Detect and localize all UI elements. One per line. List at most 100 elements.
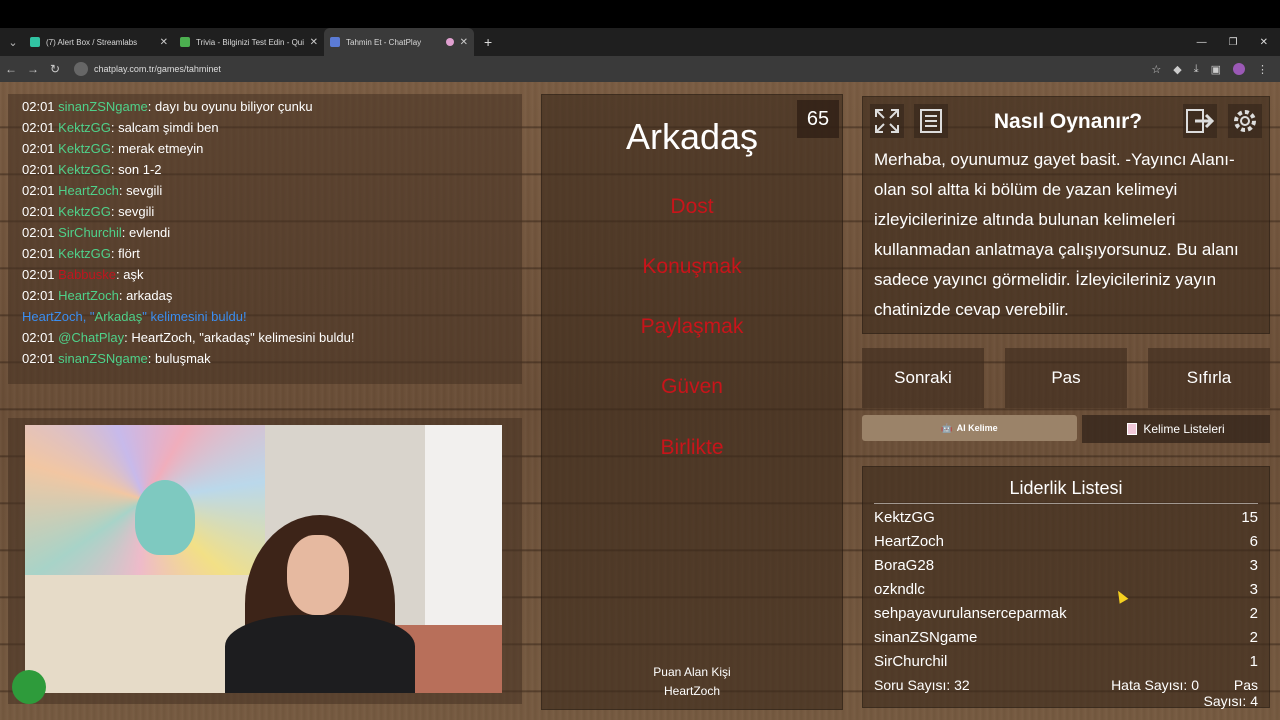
chat-text: , "	[82, 309, 95, 324]
player-score: 3	[1249, 580, 1258, 598]
chat-username: sinanZSNgame	[58, 99, 148, 114]
tab-alertbox[interactable]: (7) Alert Box / Streamlabs ✕	[24, 28, 174, 56]
leaderboard-row: sehpayavurulanserceparmak 2	[874, 601, 1258, 625]
chat-text: : buluşmak	[147, 351, 211, 366]
reload-icon[interactable]: ↻	[44, 62, 66, 76]
chat-message: 02:01 Babbuske: aşk	[22, 264, 508, 285]
trivia-favicon-icon	[180, 37, 190, 47]
chat-time: 02:01	[22, 120, 55, 135]
close-icon[interactable]: ✕	[310, 37, 318, 48]
screen-top-bar	[0, 0, 1280, 28]
chat-time: 02:01	[22, 162, 55, 177]
download-icon[interactable]: ⤓	[1194, 63, 1199, 76]
found-word: Arkadaş	[94, 309, 143, 324]
robot-icon: 🤖	[941, 422, 953, 433]
player-name: sehpayavurulanserceparmak	[874, 604, 1067, 622]
target-word: Arkadaş	[625, 116, 759, 157]
pass-count: Pas Sayısı: 4	[1203, 677, 1258, 709]
profile-avatar[interactable]	[1233, 63, 1245, 75]
window-close-icon[interactable]: ✕	[1260, 37, 1268, 48]
ai-word-label: AI Kelime	[956, 423, 998, 433]
leaderboard-row: BoraG28 3	[874, 553, 1258, 577]
player-name: SirChurchil	[874, 652, 948, 670]
chat-text: : salcam şimdi ben	[110, 120, 219, 135]
site-info-icon[interactable]	[74, 62, 88, 76]
chat-time: 02:01	[22, 246, 55, 261]
tab-label: (7) Alert Box / Streamlabs	[46, 37, 138, 47]
extension-icon[interactable]: ◆	[1173, 63, 1181, 76]
leaderboard-row: KektzGG 15	[874, 505, 1258, 529]
chat-message: 02:01 sinanZSNgame: dayı bu oyunu biliyo…	[22, 96, 508, 117]
pass-button[interactable]: Pas	[1005, 348, 1127, 408]
player-score: 1	[1249, 652, 1258, 670]
extensions-area: ☆ ◆ ⤓ ▣ ⋮	[1151, 63, 1280, 76]
address-bar: ← → ↻ chatplay.com.tr/games/tahminet ☆ ◆…	[0, 56, 1280, 82]
chat-text: : aşk	[116, 267, 144, 282]
leaderboard-row: sinanZSNgame 2	[874, 625, 1258, 649]
chat-text: " kelimesini buldu!	[142, 309, 247, 324]
word-panel	[541, 94, 843, 710]
fullscreen-icon[interactable]	[870, 104, 904, 138]
new-tab-icon[interactable]: +	[484, 34, 492, 50]
taboo-word: Güven	[661, 375, 723, 398]
next-button[interactable]: Sonraki	[862, 348, 984, 408]
divider	[874, 503, 1258, 504]
tab-search-icon[interactable]: ⌄	[2, 31, 24, 53]
bookmark-star-icon[interactable]: ☆	[1151, 63, 1161, 76]
puzzle-icon[interactable]: ▣	[1211, 63, 1221, 76]
chat-message: 02:01 @ChatPlay: HeartZoch, "arkadaş" ke…	[22, 327, 508, 348]
exit-icon[interactable]	[1183, 104, 1217, 138]
tab-trivia[interactable]: Trivia - Bilginizi Test Edin - Quiz ✕	[174, 28, 324, 56]
back-icon[interactable]: ←	[0, 62, 22, 76]
tab-tahminet[interactable]: Tahmin Et - ChatPlay ✕	[324, 28, 474, 56]
restore-icon[interactable]: ❐	[1229, 37, 1238, 48]
close-icon[interactable]: ✕	[460, 37, 468, 48]
window-controls: — ❐ ✕	[1197, 28, 1280, 56]
chat-text: : dayı bu oyunu biliyor çunku	[147, 99, 313, 114]
forward-icon[interactable]: →	[22, 62, 44, 76]
chat-time: 02:01	[22, 204, 55, 219]
chat-message: 02:01 KektzGG: son 1-2	[22, 159, 508, 180]
taboo-word: Konuşmak	[642, 255, 742, 278]
chat-username: KektzGG	[58, 141, 111, 156]
scorer-label: Puan Alan Kişi	[653, 665, 731, 679]
player-name: sinanZSNgame	[874, 628, 978, 646]
chat-system-message: HeartZoch, "Arkadaş" kelimesini buldu!	[22, 306, 508, 327]
close-icon[interactable]: ✕	[160, 37, 168, 48]
notes-icon[interactable]	[914, 104, 948, 138]
chat-username: KektzGG	[58, 120, 111, 135]
chat-username: KektzGG	[58, 162, 111, 177]
player-score: 2	[1249, 604, 1258, 622]
tab-label: Trivia - Bilginizi Test Edin - Quiz	[196, 37, 304, 47]
chat-message: 02:01 KektzGG: sevgili	[22, 201, 508, 222]
minimize-icon[interactable]: —	[1197, 37, 1207, 48]
chat-text: : arkadaş	[118, 288, 173, 303]
settings-gear-icon[interactable]	[1228, 104, 1262, 138]
chat-username: HeartZoch	[58, 288, 119, 303]
error-count: Hata Sayısı: 0	[1111, 677, 1199, 693]
word-lists-button[interactable]: Kelime Listeleri	[1082, 415, 1270, 443]
chat-message: 02:01 KektzGG: salcam şimdi ben	[22, 117, 508, 138]
player-score: 3	[1249, 556, 1258, 574]
chat-message: 02:01 KektzGG: merak etmeyin	[22, 138, 508, 159]
player-score: 2	[1249, 628, 1258, 646]
reset-button[interactable]: Sıfırla	[1148, 348, 1270, 408]
chat-username: HeartZoch	[22, 309, 83, 324]
chat-text: : sevgili	[110, 204, 155, 219]
ai-word-button[interactable]: 🤖 AI Kelime	[862, 415, 1077, 441]
chatplay-favicon-icon	[330, 37, 340, 47]
url-field[interactable]: chatplay.com.tr/games/tahminet	[74, 59, 1151, 79]
chat-time: 02:01	[22, 351, 55, 366]
streamlabs-favicon-icon	[30, 37, 40, 47]
notebook-icon	[1127, 423, 1138, 435]
scorer-name: HeartZoch	[663, 684, 721, 698]
leaderboard-row: HeartZoch 6	[874, 529, 1258, 553]
leaderboard-row: ozkndlc 3	[874, 577, 1258, 601]
menu-kebab-icon[interactable]: ⋮	[1257, 63, 1268, 76]
chat-time: 02:01	[22, 288, 55, 303]
chat-username: KektzGG	[58, 204, 111, 219]
chat-message: 02:01 KektzGG: flört	[22, 243, 508, 264]
player-name: BoraG28	[874, 556, 935, 574]
player-score: 6	[1249, 532, 1258, 550]
plush-bear	[135, 480, 195, 555]
